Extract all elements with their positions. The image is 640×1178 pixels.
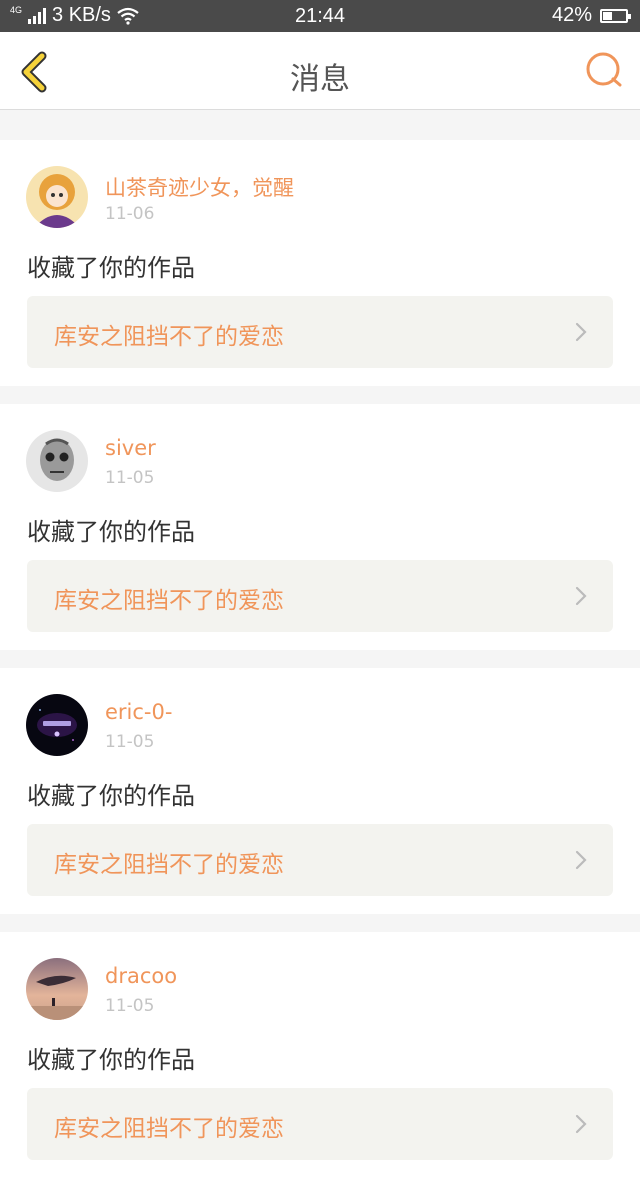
message-date: 11-05 [105,468,155,488]
clock: 21:44 [294,5,346,27]
message-text: 收藏了你的作品 [27,254,195,282]
message-card: 山茶奇迹少女，觉醒 11-06 收藏了你的作品 库安之阻挡不了的爱恋 [0,140,640,386]
username[interactable]: dracoo [105,964,177,988]
chevron-right-icon [575,586,587,606]
message-date: 11-06 [105,204,155,224]
message-date: 11-05 [105,996,155,1016]
message-card: siver 11-05 收藏了你的作品 库安之阻挡不了的爱恋 [0,404,640,650]
message-text: 收藏了你的作品 [27,782,195,810]
work-link[interactable]: 库安之阻挡不了的爱恋 [27,296,613,368]
avatar[interactable] [26,958,88,1020]
avatar[interactable] [26,166,88,228]
username[interactable]: siver [105,436,156,460]
avatar[interactable] [26,430,88,492]
username[interactable]: 山茶奇迹少女，觉醒 [105,172,294,202]
message-date: 11-05 [105,732,155,752]
message-card: dracoo 11-05 收藏了你的作品 库安之阻挡不了的爱恋 [0,932,640,1178]
work-link[interactable]: 库安之阻挡不了的爱恋 [27,560,613,632]
chevron-right-icon [575,850,587,870]
work-title: 库安之阻挡不了的爱恋 [54,588,284,614]
chevron-right-icon [575,1114,587,1134]
page-title: 消息 [290,62,350,97]
battery-icon [600,8,631,23]
avatar[interactable] [26,694,88,756]
status-right: 42% [551,4,631,27]
username[interactable]: eric-0- [105,700,172,724]
status-bar: 4G 3 KB/s 21:44 42% [0,0,640,32]
message-card: eric-0- 11-05 收藏了你的作品 库安之阻挡不了的爱恋 [0,668,640,914]
work-link[interactable]: 库安之阻挡不了的爱恋 [27,1088,613,1160]
chevron-right-icon [575,322,587,342]
message-text: 收藏了你的作品 [27,518,195,546]
work-link[interactable]: 库安之阻挡不了的爱恋 [27,824,613,896]
chat-bubble-icon[interactable] [584,50,624,90]
header-bar: 消息 [0,32,640,110]
work-title: 库安之阻挡不了的爱恋 [54,324,284,350]
battery-percent: 42% [551,4,592,26]
work-title: 库安之阻挡不了的爱恋 [54,852,284,878]
message-text: 收藏了你的作品 [27,1046,195,1074]
